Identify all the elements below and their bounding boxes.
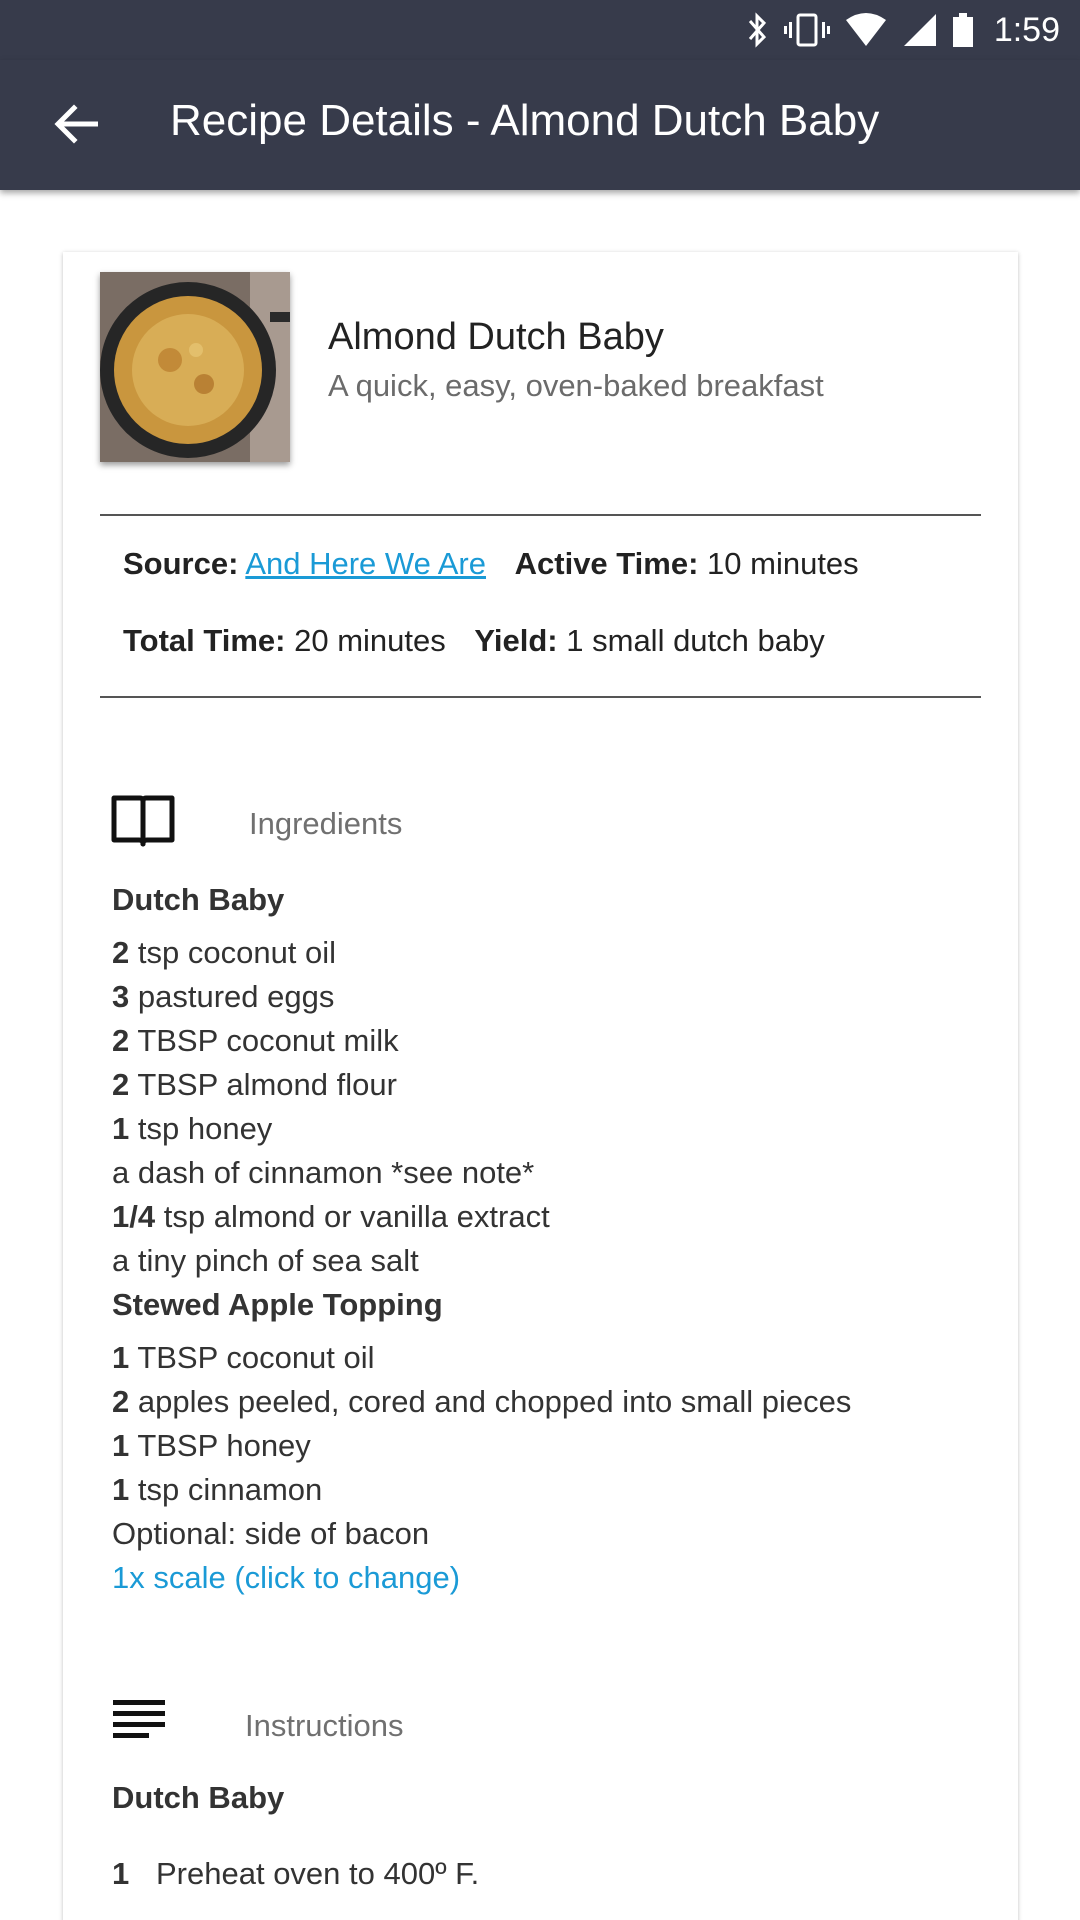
active-time-label: Active Time: [514,546,699,581]
bluetooth-icon [748,12,766,48]
ingredient-item: 3 pastured eggs [112,979,335,1014]
signal-icon [903,14,936,46]
recipe-thumbnail[interactable] [100,272,290,462]
ingredient-item: 1/4 tsp almond or vanilla extract [112,1199,550,1234]
app-bar: Recipe Details - Almond Dutch Baby [0,60,1080,190]
recipe-card: Almond Dutch Baby A quick, easy, oven-ba… [63,252,1018,1920]
recipe-description: A quick, easy, oven-baked breakfast [328,368,824,403]
divider [100,514,981,516]
ingredients-list: Dutch Baby 2 tsp coconut oil 3 pastured … [112,878,982,1600]
meta-row-totals: Total Time: 20 minutes Yield: 1 small du… [123,623,825,659]
wifi-icon [845,13,886,46]
ingredient-item: 2 tsp coconut oil [112,935,337,970]
status-icons: 1:59 [744,8,1060,52]
ingredient-item: 2 apples peeled, cored and chopped into … [112,1384,852,1419]
ingredient-group-title: Dutch Baby [112,882,285,917]
yield-value: 1 small dutch baby [566,623,825,658]
back-button[interactable] [40,88,112,160]
meta-row-source: Source: And Here We Are Active Time: 10 … [123,546,859,582]
recipe-photo [100,272,290,462]
instructions-heading: Instructions [245,1708,404,1743]
book-open-icon [111,795,175,847]
total-time-value: 20 minutes [294,623,446,658]
ingredient-item: 2 TBSP almond flour [112,1067,397,1102]
total-time-label: Total Time: [123,623,286,658]
step-text: Preheat oven to 400º F. [156,1856,480,1891]
yield-label: Yield: [474,623,558,658]
step-number: 1 [112,1856,130,1891]
status-time: 1:59 [993,10,1060,49]
battery-icon [952,13,973,47]
scale-link[interactable]: 1x scale (click to change) [112,1556,982,1600]
status-bar: 1:59 [0,0,1080,60]
divider [100,696,981,698]
instruction-step: 1 Preheat oven to 400º F. [112,1856,479,1892]
active-time-value: 10 minutes [707,546,859,581]
ingredient-group-title: Stewed Apple Topping [112,1287,443,1322]
ingredient-item: 1 tsp cinnamon [112,1472,323,1507]
page-title: Recipe Details - Almond Dutch Baby [170,96,880,145]
ingredient-item: Optional: side of bacon [112,1516,430,1551]
text-lines-icon [113,1700,165,1738]
instructions-header: Instructions [111,1694,711,1764]
ingredient-item: 1 tsp honey [112,1111,273,1146]
vibrate-icon [783,13,830,47]
source-label: Source: [123,546,239,581]
ingredient-item: a dash of cinnamon *see note* [112,1155,535,1190]
ingredient-item: a tiny pinch of sea salt [112,1243,419,1278]
ingredients-heading: Ingredients [249,806,403,841]
ingredient-item: 2 TBSP coconut milk [112,1023,399,1058]
ingredient-item: 1 TBSP coconut oil [112,1340,375,1375]
arrow-back-icon [54,104,98,144]
ingredient-item: 1 TBSP honey [112,1428,311,1463]
recipe-name: Almond Dutch Baby [328,316,664,358]
source-link[interactable]: And Here We Are [245,546,486,581]
instruction-group-title: Dutch Baby [112,1780,285,1815]
ingredients-header: Ingredients [111,792,711,862]
